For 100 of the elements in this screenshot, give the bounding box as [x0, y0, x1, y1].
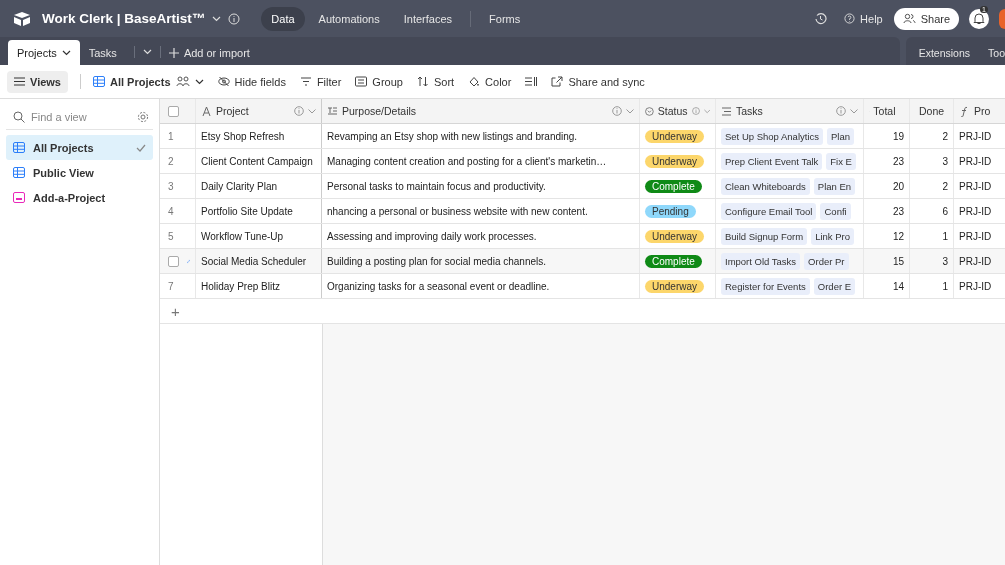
- nav-tab[interactable]: Automations: [308, 6, 390, 31]
- add-row-button[interactable]: +: [168, 302, 180, 320]
- linked-task-chip[interactable]: Fix E: [826, 152, 856, 170]
- letter-a-icon: [201, 105, 212, 117]
- table-cell: Personal tasks to maintain focus and productivity.: [327, 180, 546, 192]
- row-number: 5: [168, 230, 174, 242]
- status-tag: Complete: [645, 254, 702, 268]
- linked-task-chip[interactable]: Order Pr: [804, 252, 849, 270]
- sort-button[interactable]: Sort: [416, 75, 455, 88]
- info-icon[interactable]: [612, 106, 622, 116]
- menu-icon: [14, 77, 25, 86]
- share-button[interactable]: Share: [893, 7, 960, 30]
- dropdown-circle-icon: [645, 105, 654, 117]
- status-tag: Pending: [645, 204, 696, 218]
- linked-task-chip[interactable]: Plan: [827, 127, 854, 145]
- extensions-button[interactable]: Extensions: [918, 40, 971, 65]
- add-or-import-button[interactable]: Add or import: [168, 40, 250, 65]
- table-cell: Assessing and improving daily work processes.: [327, 230, 537, 242]
- linked-task-chip[interactable]: Build Signup Form: [721, 227, 808, 245]
- table-tab[interactable]: Projects: [8, 40, 80, 65]
- linked-task-chip[interactable]: Order E: [813, 277, 856, 295]
- column-header[interactable]: Pro: [954, 99, 1005, 123]
- table-cell: PRJ-ID: [959, 255, 992, 267]
- color-button[interactable]: Color: [468, 75, 512, 88]
- table-cell: 23: [892, 155, 904, 167]
- people-icon: [175, 76, 190, 87]
- bell-icon: [973, 12, 986, 25]
- linked-task-chip[interactable]: Prep Client Event Talk: [721, 152, 823, 170]
- share-button[interactable]: Share and sync: [551, 75, 645, 88]
- eye-slash-icon: [217, 76, 230, 87]
- table-cell: Daily Clarity Plan: [201, 180, 278, 192]
- table-cell: Client Content Campaign: [201, 155, 313, 167]
- column-header[interactable]: Status: [640, 99, 716, 123]
- row-number: 4: [168, 205, 174, 217]
- column-header[interactable]: Tasks: [716, 99, 864, 123]
- table-cell: 23: [892, 205, 904, 217]
- row-number: 2: [168, 155, 174, 167]
- settings-icon[interactable]: [137, 111, 149, 123]
- linked-task-chip[interactable]: Set Up Shop Analytics: [721, 127, 823, 145]
- row-checkbox[interactable]: [168, 255, 179, 267]
- linked-task-chip[interactable]: Import Old Tasks: [721, 252, 801, 270]
- info-icon[interactable]: [836, 106, 846, 116]
- grid-view-icon: [13, 167, 25, 178]
- column-header[interactable]: Project: [196, 99, 322, 123]
- view-item[interactable]: Public View: [6, 160, 153, 185]
- table-cell: PRJ-ID: [959, 205, 992, 217]
- select-all-checkbox[interactable]: [168, 105, 179, 117]
- search-icon: [13, 111, 25, 123]
- hide-button[interactable]: Hide fields: [217, 75, 286, 88]
- chevron-down-icon: [61, 49, 71, 56]
- tools-button[interactable]: Too: [988, 40, 1005, 65]
- column-header[interactable]: Total: [864, 99, 910, 123]
- table-tab[interactable]: Tasks: [79, 40, 126, 65]
- sort-icon: [416, 76, 429, 87]
- grid-view-icon: [13, 142, 25, 153]
- row-height-icon: [525, 76, 538, 87]
- table-cell: nhancing a personal or business website with new content.: [327, 205, 588, 217]
- notifications-button[interactable]: [969, 8, 990, 29]
- view-item[interactable]: All Projects: [6, 135, 153, 160]
- table-cell: Managing content creation and posting for a client's marketin…: [327, 155, 607, 167]
- linked-task-chip[interactable]: Clean Whiteboards: [721, 177, 810, 195]
- group-icon: [355, 76, 368, 87]
- paint-bucket-icon: [468, 76, 481, 87]
- nav-tab[interactable]: Interfaces: [393, 6, 463, 31]
- base-title[interactable]: Work Clerk | BaseArtist™: [42, 11, 206, 26]
- table-cell: 2: [942, 180, 948, 192]
- form-view-icon: [13, 192, 25, 203]
- status-tag: Underway: [645, 279, 705, 293]
- avatar-icon[interactable]: [999, 8, 1005, 29]
- filter-button[interactable]: Filter: [299, 75, 342, 88]
- row-number: 7: [168, 280, 174, 292]
- linked-task-chip[interactable]: Register for Events: [721, 277, 810, 295]
- views-button[interactable]: Views: [7, 70, 68, 93]
- table-cell: Building a posting plan for social media channels.: [327, 255, 547, 267]
- linked-task-chip[interactable]: Confi: [820, 202, 851, 220]
- linked-task-chip[interactable]: Link Pro: [811, 227, 854, 245]
- table-cell: PRJ-ID: [959, 180, 992, 192]
- table-cell: Workflow Tune-Up: [201, 230, 284, 242]
- column-header[interactable]: Done: [910, 99, 954, 123]
- table-cell: Portfolio Site Update: [201, 205, 293, 217]
- info-icon[interactable]: [294, 106, 304, 116]
- nav-tab[interactable]: Forms: [479, 6, 531, 31]
- table-cell: Organizing tasks for a seasonal event or deadline.: [327, 280, 550, 292]
- table-cell: 6: [942, 205, 948, 217]
- help-button[interactable]: Help: [844, 12, 883, 25]
- info-icon[interactable]: [691, 106, 700, 116]
- column-header[interactable]: Purpose/Details: [322, 99, 640, 123]
- status-tag: Underway: [645, 129, 705, 143]
- status-tag: Underway: [645, 154, 705, 168]
- filter-icon: [299, 76, 312, 87]
- linked-task-chip[interactable]: Plan En: [813, 177, 856, 195]
- height-button[interactable]: [525, 76, 538, 87]
- table-cell: PRJ-ID: [959, 230, 992, 242]
- view-item[interactable]: Add-a-Project: [6, 185, 153, 210]
- history-icon[interactable]: [814, 12, 828, 25]
- linked-task-chip[interactable]: Configure Email Tool: [721, 202, 817, 220]
- view-switcher-button[interactable]: All Projects: [93, 75, 204, 88]
- cube-logo-icon: [13, 10, 31, 27]
- group-button[interactable]: Group: [355, 75, 403, 88]
- nav-tab[interactable]: Data: [261, 6, 305, 31]
